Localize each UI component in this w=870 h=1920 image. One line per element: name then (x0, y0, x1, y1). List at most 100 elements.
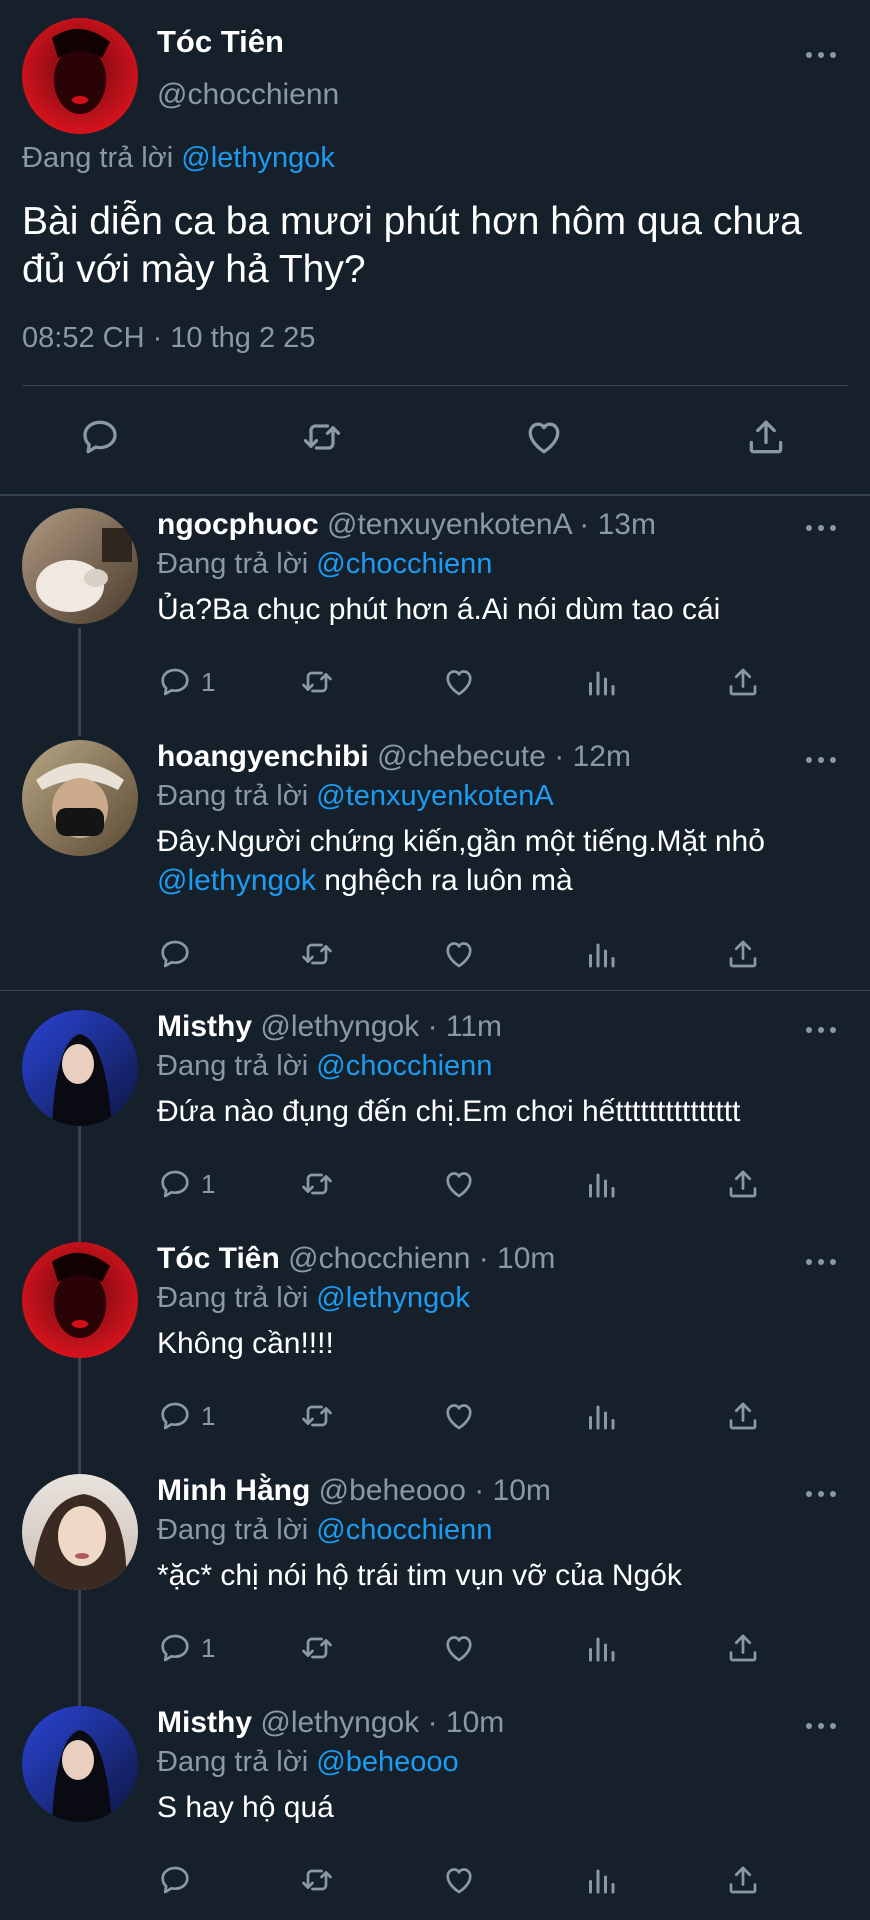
retweet-icon (299, 1630, 335, 1666)
retweet-icon[interactable] (300, 415, 344, 459)
reply-icon (157, 664, 193, 700)
reply-icon (157, 936, 193, 972)
more-icon[interactable] (801, 1020, 841, 1040)
more-icon[interactable] (801, 750, 841, 770)
tweet-text: Không cần!!!! (157, 1327, 334, 1360)
share-button[interactable] (725, 1628, 761, 1668)
analytics-button[interactable] (583, 1628, 619, 1668)
reply-button[interactable]: 1 (157, 1164, 215, 1204)
retweet-icon (299, 664, 335, 700)
analytics-button[interactable] (583, 1164, 619, 1204)
analytics-button[interactable] (583, 662, 619, 702)
reply-tweet[interactable]: Tóc Tiên @chocchienn · 10m Đang trả lời … (0, 1232, 870, 1452)
reply-count: 1 (201, 1168, 216, 1199)
reply-tweet[interactable]: ngocphuoc @tenxuyenkotenA · 13m Đang trả… (0, 498, 870, 718)
reply-icon (157, 1630, 193, 1666)
reply-mention[interactable]: @chocchienn (316, 548, 492, 580)
avatar[interactable] (22, 18, 138, 134)
reply-tweet[interactable]: hoangyenchibi @chebecute · 12m Đang trả … (0, 730, 870, 990)
share-button[interactable] (725, 1860, 761, 1900)
author-handle[interactable]: @chocchienn · 10m (288, 1242, 555, 1275)
reply-context: Đang trả lời @chocchienn (157, 1514, 492, 1547)
tweet-text-part: nghệch ra luôn mà (315, 864, 573, 897)
author-name[interactable]: hoangyenchibi (157, 740, 369, 773)
avatar[interactable] (22, 1706, 138, 1822)
reply-mention[interactable]: @lethyngok (181, 142, 335, 174)
avatar[interactable] (22, 1242, 138, 1358)
like-icon (441, 664, 477, 700)
tweet-text: Đứa nào đụng đến chị.Em chơi hếttttttttt… (157, 1095, 741, 1128)
author-name[interactable]: Minh Hằng (157, 1474, 310, 1507)
action-bar (157, 934, 777, 974)
retweet-button[interactable] (299, 1628, 335, 1668)
author-name[interactable]: Misthy (157, 1010, 252, 1043)
like-button[interactable] (441, 934, 477, 974)
reply-prefix: Đang trả lời (22, 142, 174, 174)
analytics-button[interactable] (583, 1396, 619, 1436)
tweet-text: S hay hộ quá (157, 1791, 334, 1824)
reply-button[interactable] (157, 1860, 201, 1900)
action-bar: 1 (157, 662, 777, 702)
reply-button[interactable] (157, 934, 201, 974)
reply-context: Đang trả lời @tenxuyenkotenA (157, 780, 554, 813)
section-divider (0, 494, 870, 496)
reply-button[interactable]: 1 (157, 662, 215, 702)
retweet-button[interactable] (299, 934, 335, 974)
author-handle[interactable]: @beheooo · 10m (319, 1474, 551, 1507)
avatar[interactable] (22, 1010, 138, 1126)
author-name[interactable]: Misthy (157, 1706, 252, 1739)
author-handle[interactable]: @chocchienn (157, 78, 339, 112)
reply-tweet[interactable]: Minh Hằng @beheooo · 10m Đang trả lời @c… (0, 1464, 870, 1684)
like-button[interactable] (441, 1628, 477, 1668)
text-mention[interactable]: @lethyngok (157, 864, 316, 897)
retweet-button[interactable] (299, 1164, 335, 1204)
like-button[interactable] (441, 662, 477, 702)
reply-mention[interactable]: @chocchienn (316, 1514, 492, 1546)
more-icon[interactable] (801, 518, 841, 538)
retweet-icon (299, 1166, 335, 1202)
reply-prefix: Đang trả lời (157, 780, 309, 812)
tweet-header: Misthy @lethyngok · 10m (157, 1706, 504, 1740)
reply-mention[interactable]: @tenxuyenkotenA (316, 780, 553, 812)
author-handle[interactable]: @lethyngok · 10m (260, 1706, 504, 1739)
more-icon[interactable] (801, 1716, 841, 1736)
analytics-button[interactable] (583, 1860, 619, 1900)
like-button[interactable] (441, 1396, 477, 1436)
like-button[interactable] (441, 1164, 477, 1204)
more-icon[interactable] (801, 1252, 841, 1272)
reply-tweet[interactable]: Misthy @lethyngok · 11m Đang trả lời @ch… (0, 1000, 870, 1220)
more-icon[interactable] (801, 45, 841, 65)
retweet-button[interactable] (299, 1396, 335, 1436)
analytics-button[interactable] (583, 934, 619, 974)
more-icon[interactable] (801, 1484, 841, 1504)
reply-mention[interactable]: @lethyngok (316, 1282, 470, 1314)
share-button[interactable] (725, 662, 761, 702)
author-name[interactable]: Tóc Tiên (157, 24, 284, 60)
like-icon (441, 1630, 477, 1666)
avatar[interactable] (22, 740, 138, 856)
reply-icon[interactable] (78, 415, 122, 459)
author-handle[interactable]: @lethyngok · 11m (260, 1010, 502, 1043)
retweet-button[interactable] (299, 662, 335, 702)
share-button[interactable] (725, 1164, 761, 1204)
reply-tweet[interactable]: Misthy @lethyngok · 10m Đang trả lời @be… (0, 1696, 870, 1920)
author-handle[interactable]: @chebecute · 12m (377, 740, 631, 773)
reply-button[interactable]: 1 (157, 1396, 215, 1436)
timestamp[interactable]: 08:52 CH · 10 thg 2 25 (22, 322, 315, 355)
avatar[interactable] (22, 1474, 138, 1590)
share-button[interactable] (725, 1396, 761, 1436)
avatar[interactable] (22, 508, 138, 624)
author-handle[interactable]: @tenxuyenkotenA · 13m (327, 508, 656, 541)
tweet-text: *ặc* chị nói hộ trái tim vụn vỡ của Ngók (157, 1559, 682, 1592)
author-name[interactable]: ngocphuoc (157, 508, 319, 541)
like-icon[interactable] (522, 415, 566, 459)
share-icon (725, 664, 761, 700)
retweet-button[interactable] (299, 1860, 335, 1900)
share-button[interactable] (725, 934, 761, 974)
author-name[interactable]: Tóc Tiên (157, 1242, 280, 1275)
reply-button[interactable]: 1 (157, 1628, 215, 1668)
like-button[interactable] (441, 1860, 477, 1900)
reply-mention[interactable]: @chocchienn (316, 1050, 492, 1082)
share-icon[interactable] (744, 415, 788, 459)
reply-mention[interactable]: @beheooo (316, 1746, 458, 1778)
